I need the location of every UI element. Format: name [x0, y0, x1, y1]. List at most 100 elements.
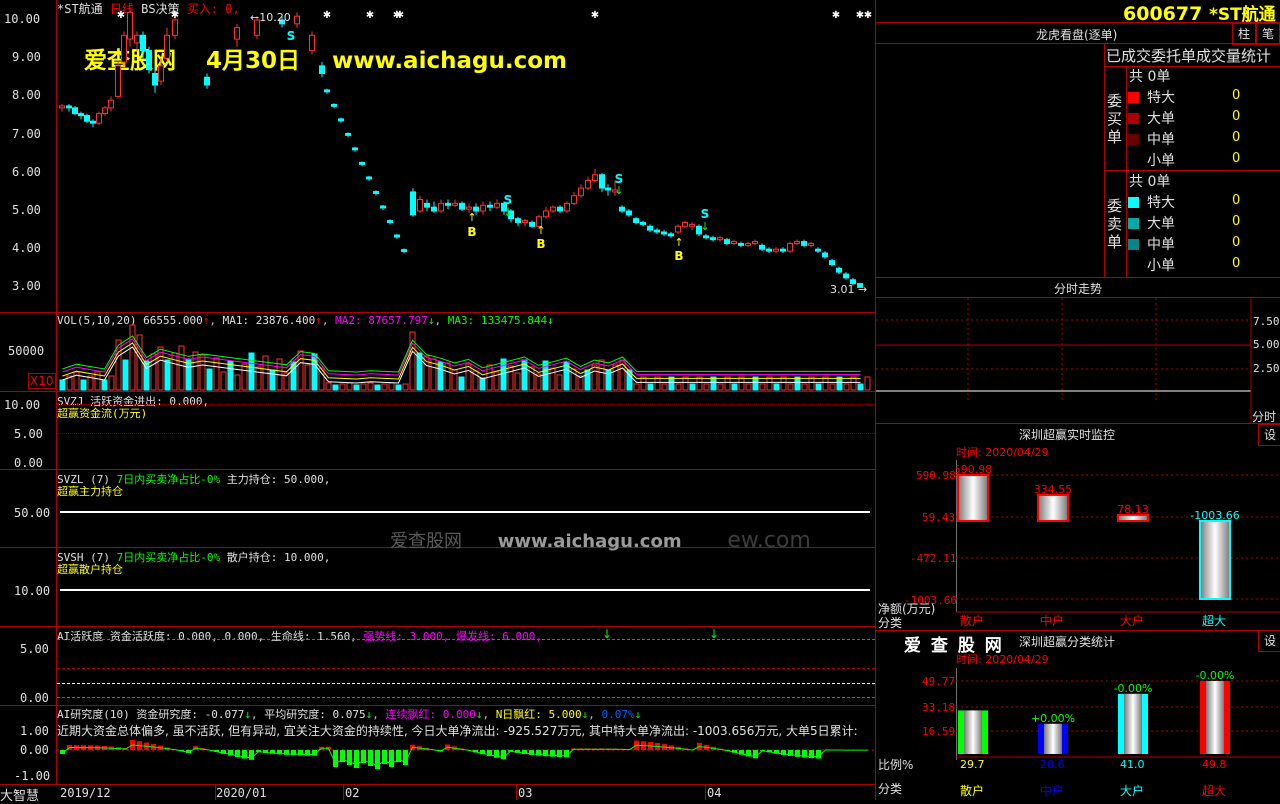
candle-body [795, 242, 800, 244]
class-bar-value: 49.8 [1202, 758, 1227, 771]
class-axis-2: 16.59 [922, 725, 955, 738]
svsh-axis: 10.00 [14, 584, 50, 598]
volume-bar [655, 377, 660, 390]
star-marker: ✱ [117, 10, 125, 21]
volume-bar [865, 377, 870, 390]
volume-bar [375, 385, 380, 390]
svzj-dashline [57, 433, 875, 434]
monitor-bar-value: 78.13 [1117, 503, 1149, 516]
candle-body [395, 235, 400, 237]
price-axis-label: 10.00 [4, 12, 40, 26]
candle-body [135, 35, 140, 43]
candle-body [388, 221, 393, 223]
fenshi-axis-2: 2.50 [1253, 362, 1280, 375]
fenshi-chart[interactable] [876, 298, 1280, 423]
candle-body [159, 66, 164, 81]
volume-bar [389, 383, 394, 390]
bar-button[interactable]: 柱 [1232, 23, 1256, 45]
class-bar-value: 20.6 [1040, 758, 1065, 771]
sell-signal-marker: S [287, 29, 296, 43]
ai-life-line [57, 683, 875, 684]
candle-body [460, 203, 465, 209]
tick-button[interactable]: 笔 [1256, 23, 1280, 45]
volume-bar [718, 384, 723, 390]
star-marker: ✱ [366, 10, 374, 21]
divider [1126, 66, 1127, 277]
volume-bar [179, 346, 184, 390]
ai-arrow: ↓ [709, 627, 719, 641]
buy-signal-marker: B [467, 225, 476, 239]
volume-bar [480, 378, 485, 390]
volume-bar [347, 383, 352, 390]
candle-body [488, 205, 493, 207]
buy-row-value: 0 [1232, 88, 1240, 103]
candle-body [467, 207, 472, 209]
candle-body [606, 188, 611, 190]
candle-body [346, 133, 351, 135]
research-bar [389, 750, 394, 767]
sell-row-value: 0 [1232, 214, 1240, 229]
candle-body [205, 77, 210, 85]
candle-body [830, 261, 835, 265]
date-tick [516, 785, 517, 800]
date-tick [215, 785, 216, 800]
candle-body [579, 188, 584, 196]
research-axis-0: 1.00 [20, 724, 49, 738]
sell-row-label: 特大 [1147, 192, 1175, 212]
volume-bar [774, 384, 779, 390]
sell-color-swatch [1128, 239, 1139, 250]
buy-color-swatch [1128, 92, 1139, 103]
volume-bar [235, 375, 240, 390]
candle-body [690, 224, 695, 226]
volume-bar [123, 360, 128, 390]
volume-bar [739, 377, 744, 390]
monitor-chart[interactable]: 590.98散户334.55中户78.13大户-1003.66超大 [956, 460, 1280, 630]
volume-bar [823, 377, 828, 390]
candle-body [725, 240, 730, 244]
buy-row-value: 0 [1232, 151, 1240, 166]
class-bar-label: 散户 [960, 783, 984, 798]
star-marker: ✱ [323, 10, 331, 21]
monitor-bar-label: 超大 [1202, 613, 1226, 628]
monitor-bar-value: 334.55 [1034, 483, 1073, 496]
price-axis-label: 3.00 [12, 279, 41, 293]
candle-body [760, 245, 765, 249]
price-axis-label: 7.00 [12, 127, 41, 141]
star-marker: ✱ [832, 10, 840, 21]
monitor-axis-1: 59.43 [922, 511, 955, 524]
price-axis-label: 5.00 [12, 203, 41, 217]
volume-bar [354, 385, 359, 390]
volume-bar [165, 360, 170, 390]
sell-signal-marker: S [701, 207, 710, 221]
candle-body [837, 268, 842, 272]
volume-bar [228, 361, 233, 390]
monitor-settings-button[interactable]: 设 [1258, 424, 1280, 446]
volume-bar [662, 384, 667, 390]
buy-label: 委买单 [1107, 92, 1123, 146]
candle-body [97, 114, 102, 124]
svzl-subtitle: 超赢主力持仓 [57, 483, 123, 499]
volume-chart[interactable] [57, 313, 875, 391]
candle-body [360, 162, 365, 164]
chart-area[interactable]: *ST航通 日线 BS决策 买入: 0, 爱查股网 4月30日 www.aich… [0, 0, 875, 800]
monitor-bar-value: 590.98 [956, 463, 992, 476]
sep [876, 423, 1280, 424]
candle-body [165, 35, 170, 58]
class-settings-button[interactable]: 设 [1258, 630, 1280, 652]
monitor-bar [1200, 521, 1230, 599]
svsh-subtitle: 超赢散户持仓 [57, 561, 123, 577]
candlestick-chart[interactable]: ✱✱✱✱✱✱✱✱✱✱BBBSSSS↑↑↑↓↓↓ [57, 0, 875, 312]
class-bar [1200, 681, 1230, 754]
buy-signal-marker: B [674, 249, 683, 263]
volume-bar [711, 377, 716, 390]
research-chart[interactable] [57, 735, 875, 785]
volume-bar [515, 373, 520, 390]
signal-arrow: ↑ [467, 211, 476, 224]
ai-zero-line [57, 697, 875, 698]
candle-body [141, 35, 146, 50]
ai-axis-0: 5.00 [20, 642, 49, 656]
volume-bar [641, 377, 646, 390]
candle-body [704, 236, 709, 238]
class-chart[interactable]: 29.7散户+0.00%20.6中户-0.00%41.0大户-0.00%49.8… [956, 668, 1280, 800]
research-bar [354, 750, 359, 768]
